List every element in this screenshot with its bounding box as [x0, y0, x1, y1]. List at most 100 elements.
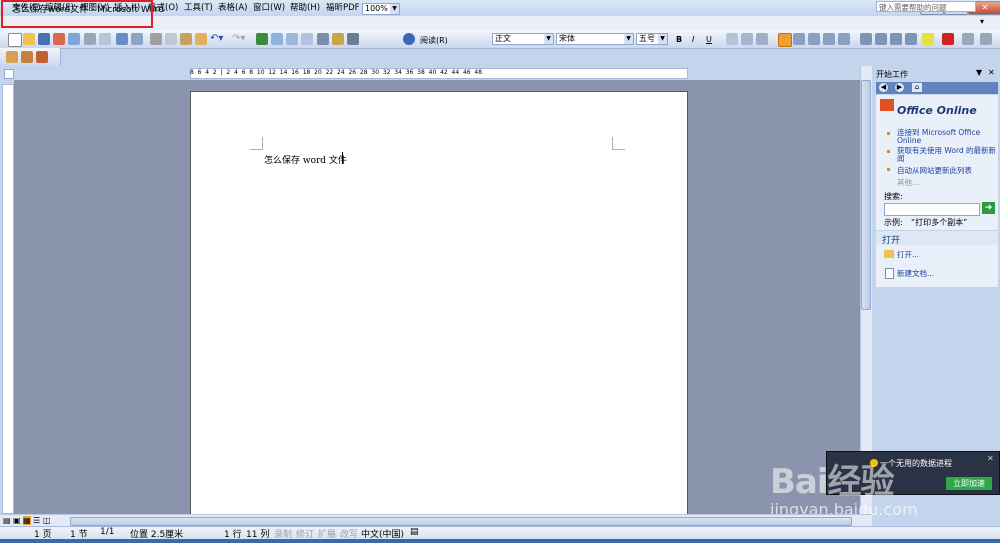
chevron-down-icon[interactable]: ▼ — [658, 34, 667, 44]
character-scaling-icon[interactable] — [756, 33, 768, 45]
text-cursor — [342, 152, 343, 164]
enclose-characters-icon[interactable] — [980, 33, 992, 45]
new-document-link[interactable]: 新建文档... — [897, 268, 934, 279]
link-connect-office-online[interactable]: 连接到 Microsoft Office Online — [897, 129, 997, 145]
tables-borders-icon[interactable] — [271, 33, 283, 45]
spelling-status-icon[interactable]: ▤ — [410, 527, 419, 537]
task-pane-search-input[interactable] — [884, 203, 980, 216]
chevron-down-icon[interactable]: ▼ — [390, 4, 399, 14]
bullets-icon[interactable] — [875, 33, 887, 45]
permission-icon[interactable] — [53, 33, 65, 45]
document-text[interactable]: 怎么保存 word 文件 — [264, 153, 347, 166]
help-icon[interactable] — [403, 33, 415, 45]
web-view-icon[interactable]: ▣ — [13, 516, 21, 525]
highlight-icon[interactable] — [922, 33, 934, 45]
menu-foxit-pdf[interactable]: 福昕PDF — [326, 1, 360, 13]
vertical-ruler[interactable] — [2, 84, 14, 514]
save-icon[interactable] — [38, 33, 50, 45]
print-view-icon[interactable]: ▦ — [23, 516, 31, 525]
menu-table[interactable]: 表格(A) — [218, 1, 247, 13]
font-combo[interactable]: 宋体 ▼ — [556, 33, 634, 45]
bold-button[interactable]: B — [676, 35, 682, 44]
ruler-tick-labels: 8 6 4 2 | 2 4 6 8 10 12 14 16 18 20 22 2… — [190, 69, 483, 76]
phonetic-guide-icon[interactable] — [962, 33, 974, 45]
style-combo[interactable]: 正文 ▼ — [492, 33, 554, 45]
hyperlink-icon[interactable] — [256, 33, 268, 45]
help-search-input[interactable]: 键入需要帮助的问题 — [876, 1, 976, 12]
decrease-indent-icon[interactable] — [890, 33, 902, 45]
numbering-icon[interactable] — [860, 33, 872, 45]
reading-view-icon[interactable]: ◫ — [43, 516, 51, 525]
margin-corner-top-right — [612, 137, 625, 150]
pdf-settings-icon[interactable] — [36, 51, 48, 63]
speed-up-button[interactable]: 立即加速 — [946, 477, 992, 490]
align-center-icon[interactable] — [793, 33, 805, 45]
font-color-icon[interactable] — [942, 33, 954, 45]
zoom-value: 100% — [365, 4, 388, 13]
vertical-scrollbar-thumb[interactable] — [861, 80, 871, 310]
example-value[interactable]: “打印多个副本” — [911, 217, 967, 228]
font-size-combo[interactable]: 五号 ▼ — [636, 33, 668, 45]
status-pages: 1/1 — [100, 527, 115, 537]
print-icon[interactable] — [84, 33, 96, 45]
create-pdf-icon[interactable] — [6, 51, 18, 63]
pdf-email-icon[interactable] — [21, 51, 33, 63]
insert-excel-icon[interactable] — [301, 33, 313, 45]
folder-icon — [884, 250, 894, 258]
outline-view-icon[interactable]: ☰ — [33, 516, 40, 525]
underline-button[interactable]: U — [706, 35, 712, 44]
forward-icon[interactable]: ▶ — [895, 83, 904, 92]
search-label: 搜索: — [884, 192, 903, 201]
search-go-icon[interactable]: ➜ — [982, 202, 995, 214]
link-latest-news[interactable]: 获取有关使用 Word 的最新新闻 — [897, 147, 997, 163]
spelling-icon[interactable] — [116, 33, 128, 45]
open-section-body — [876, 245, 998, 287]
copy-icon[interactable] — [165, 33, 177, 45]
paste-icon[interactable] — [180, 33, 192, 45]
help-dropdown-icon[interactable]: ▾ — [980, 17, 984, 26]
back-icon[interactable]: ◀ — [879, 83, 888, 92]
link-auto-update[interactable]: 自动从网站更新此列表 — [897, 165, 997, 176]
character-border-icon[interactable] — [726, 33, 738, 45]
read-mode-button[interactable]: 阅读(R) — [420, 35, 448, 46]
email-icon[interactable] — [68, 33, 80, 45]
format-painter-icon[interactable] — [195, 33, 207, 45]
line-spacing-icon[interactable] — [838, 33, 850, 45]
drawing-icon[interactable] — [332, 33, 344, 45]
task-pane-close-icon[interactable]: ✕ — [988, 68, 995, 77]
menu-help[interactable]: 帮助(H) — [290, 1, 320, 13]
tab-selector-icon[interactable] — [4, 69, 14, 79]
font-value: 宋体 — [559, 34, 575, 43]
menu-window[interactable]: 窗口(W) — [253, 1, 285, 13]
columns-icon[interactable] — [317, 33, 329, 45]
distributed-icon[interactable] — [823, 33, 835, 45]
open-folder-icon[interactable] — [23, 33, 35, 45]
increase-indent-icon[interactable] — [905, 33, 917, 45]
task-pane-menu-icon[interactable]: ▼ — [976, 68, 982, 77]
align-right-icon[interactable] — [808, 33, 820, 45]
align-justify-icon[interactable] — [778, 33, 792, 47]
normal-view-icon[interactable]: ▤ — [3, 516, 11, 525]
redo-icon[interactable]: ↷▾ — [232, 33, 245, 44]
close-icon[interactable]: ✕ — [987, 454, 994, 463]
research-icon[interactable] — [131, 33, 143, 45]
bullet-icon — [887, 132, 890, 135]
italic-button[interactable]: I — [692, 35, 694, 44]
zoom-combo[interactable]: 100% ▼ — [362, 3, 400, 15]
character-shading-icon[interactable] — [741, 33, 753, 45]
new-document-icon[interactable] — [8, 33, 22, 47]
more-link[interactable]: 其他... — [897, 177, 919, 188]
print-preview-icon[interactable] — [99, 33, 111, 45]
open-link[interactable]: 打开... — [897, 249, 919, 260]
task-pane-title: 开始工作 — [876, 70, 908, 79]
document-map-icon[interactable] — [347, 33, 359, 45]
chevron-down-icon[interactable]: ▼ — [544, 34, 553, 44]
cut-icon[interactable] — [150, 33, 162, 45]
horizontal-scrollbar-thumb[interactable] — [70, 517, 852, 526]
menu-tools[interactable]: 工具(T) — [184, 1, 213, 13]
home-icon[interactable]: ⌂ — [912, 83, 922, 92]
chevron-down-icon[interactable]: ▼ — [624, 34, 633, 44]
insert-table-icon[interactable] — [286, 33, 298, 45]
bullet-icon — [887, 168, 890, 171]
undo-icon[interactable]: ↶▾ — [210, 33, 223, 44]
